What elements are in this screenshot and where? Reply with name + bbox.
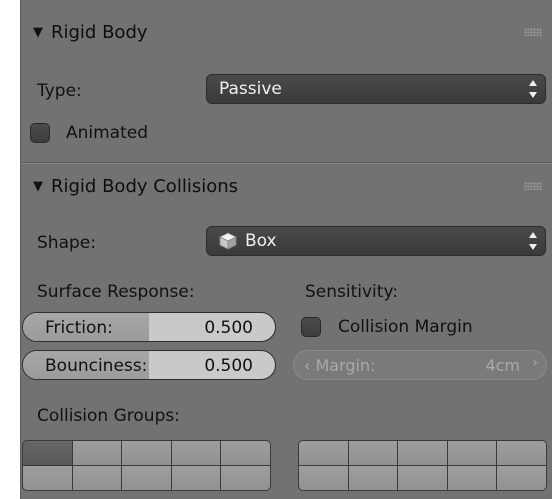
collision-group-cell[interactable] xyxy=(398,466,447,490)
collision-group-cell[interactable] xyxy=(23,441,72,465)
collision-group-cell[interactable] xyxy=(122,466,171,490)
collision-group-cell[interactable] xyxy=(497,441,546,465)
collision-group-cell[interactable] xyxy=(72,466,122,490)
collision-groups-label: Collision Groups: xyxy=(37,406,180,426)
type-dropdown[interactable]: Passive xyxy=(206,74,546,104)
animated-checkbox[interactable] xyxy=(30,123,50,143)
collision-group-cell[interactable] xyxy=(348,441,398,465)
collision-group-cell[interactable] xyxy=(497,466,546,490)
window-edge xyxy=(0,0,20,499)
collision-group-cell[interactable] xyxy=(447,441,497,465)
margin-label: ‹ Margin: xyxy=(304,356,376,375)
collision-group-cell[interactable] xyxy=(447,466,497,490)
collision-group-cell[interactable] xyxy=(299,441,348,465)
collision-group-cell[interactable] xyxy=(72,441,122,465)
drag-grip-icon[interactable] xyxy=(524,28,542,36)
margin-value: 4cm xyxy=(485,356,520,375)
collapse-triangle-icon[interactable]: ▼ xyxy=(33,179,43,194)
collision-group-cell[interactable] xyxy=(171,466,221,490)
collision-group-cell[interactable] xyxy=(171,441,221,465)
shape-label: Shape: xyxy=(37,233,96,253)
type-value: Passive xyxy=(219,79,282,99)
drag-grip-icon[interactable] xyxy=(524,182,542,190)
sensitivity-label: Sensitivity: xyxy=(305,282,398,302)
updown-arrows-icon xyxy=(529,80,537,98)
surface-response-label: Surface Response: xyxy=(37,282,195,302)
bounciness-value: 0.500 xyxy=(204,356,253,376)
collision-margin-checkbox[interactable] xyxy=(301,317,321,337)
bounciness-slider[interactable]: Bounciness: 0.500 xyxy=(22,350,276,380)
bounciness-label: Bounciness: xyxy=(45,356,148,376)
collision-group-cell[interactable] xyxy=(221,441,270,465)
rigid-body-title: Rigid Body xyxy=(51,21,148,43)
type-label: Type: xyxy=(37,81,82,101)
collision-group-cell[interactable] xyxy=(398,441,447,465)
chevron-right-icon: › xyxy=(532,355,538,371)
collision-group-cell[interactable] xyxy=(23,466,72,490)
collision-margin-label: Collision Margin xyxy=(338,317,473,337)
collision-group-cell[interactable] xyxy=(299,466,348,490)
collisions-header[interactable]: ▼ Rigid Body Collisions xyxy=(21,164,552,208)
friction-label: Friction: xyxy=(45,318,113,338)
collisions-title: Rigid Body Collisions xyxy=(51,175,239,197)
collapse-triangle-icon[interactable]: ▼ xyxy=(33,25,43,40)
shape-value: Box xyxy=(245,231,277,251)
friction-slider[interactable]: Friction: 0.500 xyxy=(22,312,276,342)
collision-groups-right[interactable] xyxy=(298,440,547,491)
updown-arrows-icon xyxy=(529,232,537,250)
animated-label: Animated xyxy=(66,123,149,143)
shape-dropdown[interactable]: Box xyxy=(206,226,546,256)
collision-groups-left[interactable] xyxy=(22,440,271,491)
friction-value: 0.500 xyxy=(204,318,253,338)
margin-field[interactable]: ‹ Margin: 4cm › xyxy=(293,350,547,380)
collision-group-cell[interactable] xyxy=(221,466,270,490)
cube-icon xyxy=(219,232,237,250)
collision-group-cell[interactable] xyxy=(122,441,171,465)
rigid-body-header[interactable]: ▼ Rigid Body xyxy=(21,10,552,54)
collision-group-cell[interactable] xyxy=(348,466,398,490)
